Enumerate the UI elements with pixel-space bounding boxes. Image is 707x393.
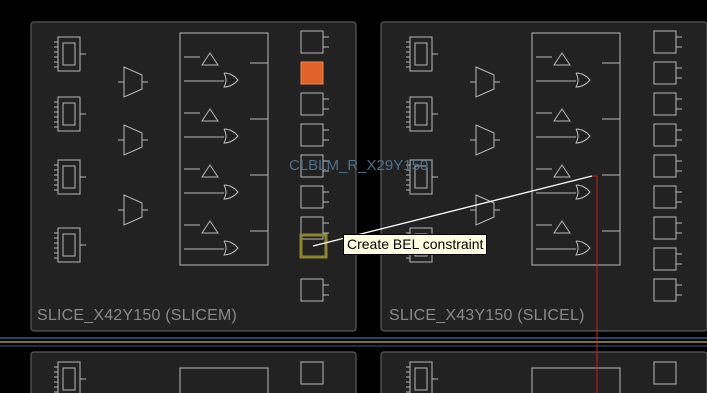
slice-lower-right[interactable]	[380, 351, 707, 393]
cell-label: CLBLM_R_X29Y150	[289, 157, 429, 174]
selected-bel[interactable]	[300, 61, 324, 85]
slice-label-x42y150: SLICE_X42Y150 (SLICEM)	[37, 307, 238, 324]
slice-label-x43y150: SLICE_X43Y150 (SLICEL)	[389, 307, 585, 324]
device-view-canvas[interactable]	[0, 0, 707, 393]
bel-constraint-tooltip: Create BEL constraint	[343, 234, 488, 255]
